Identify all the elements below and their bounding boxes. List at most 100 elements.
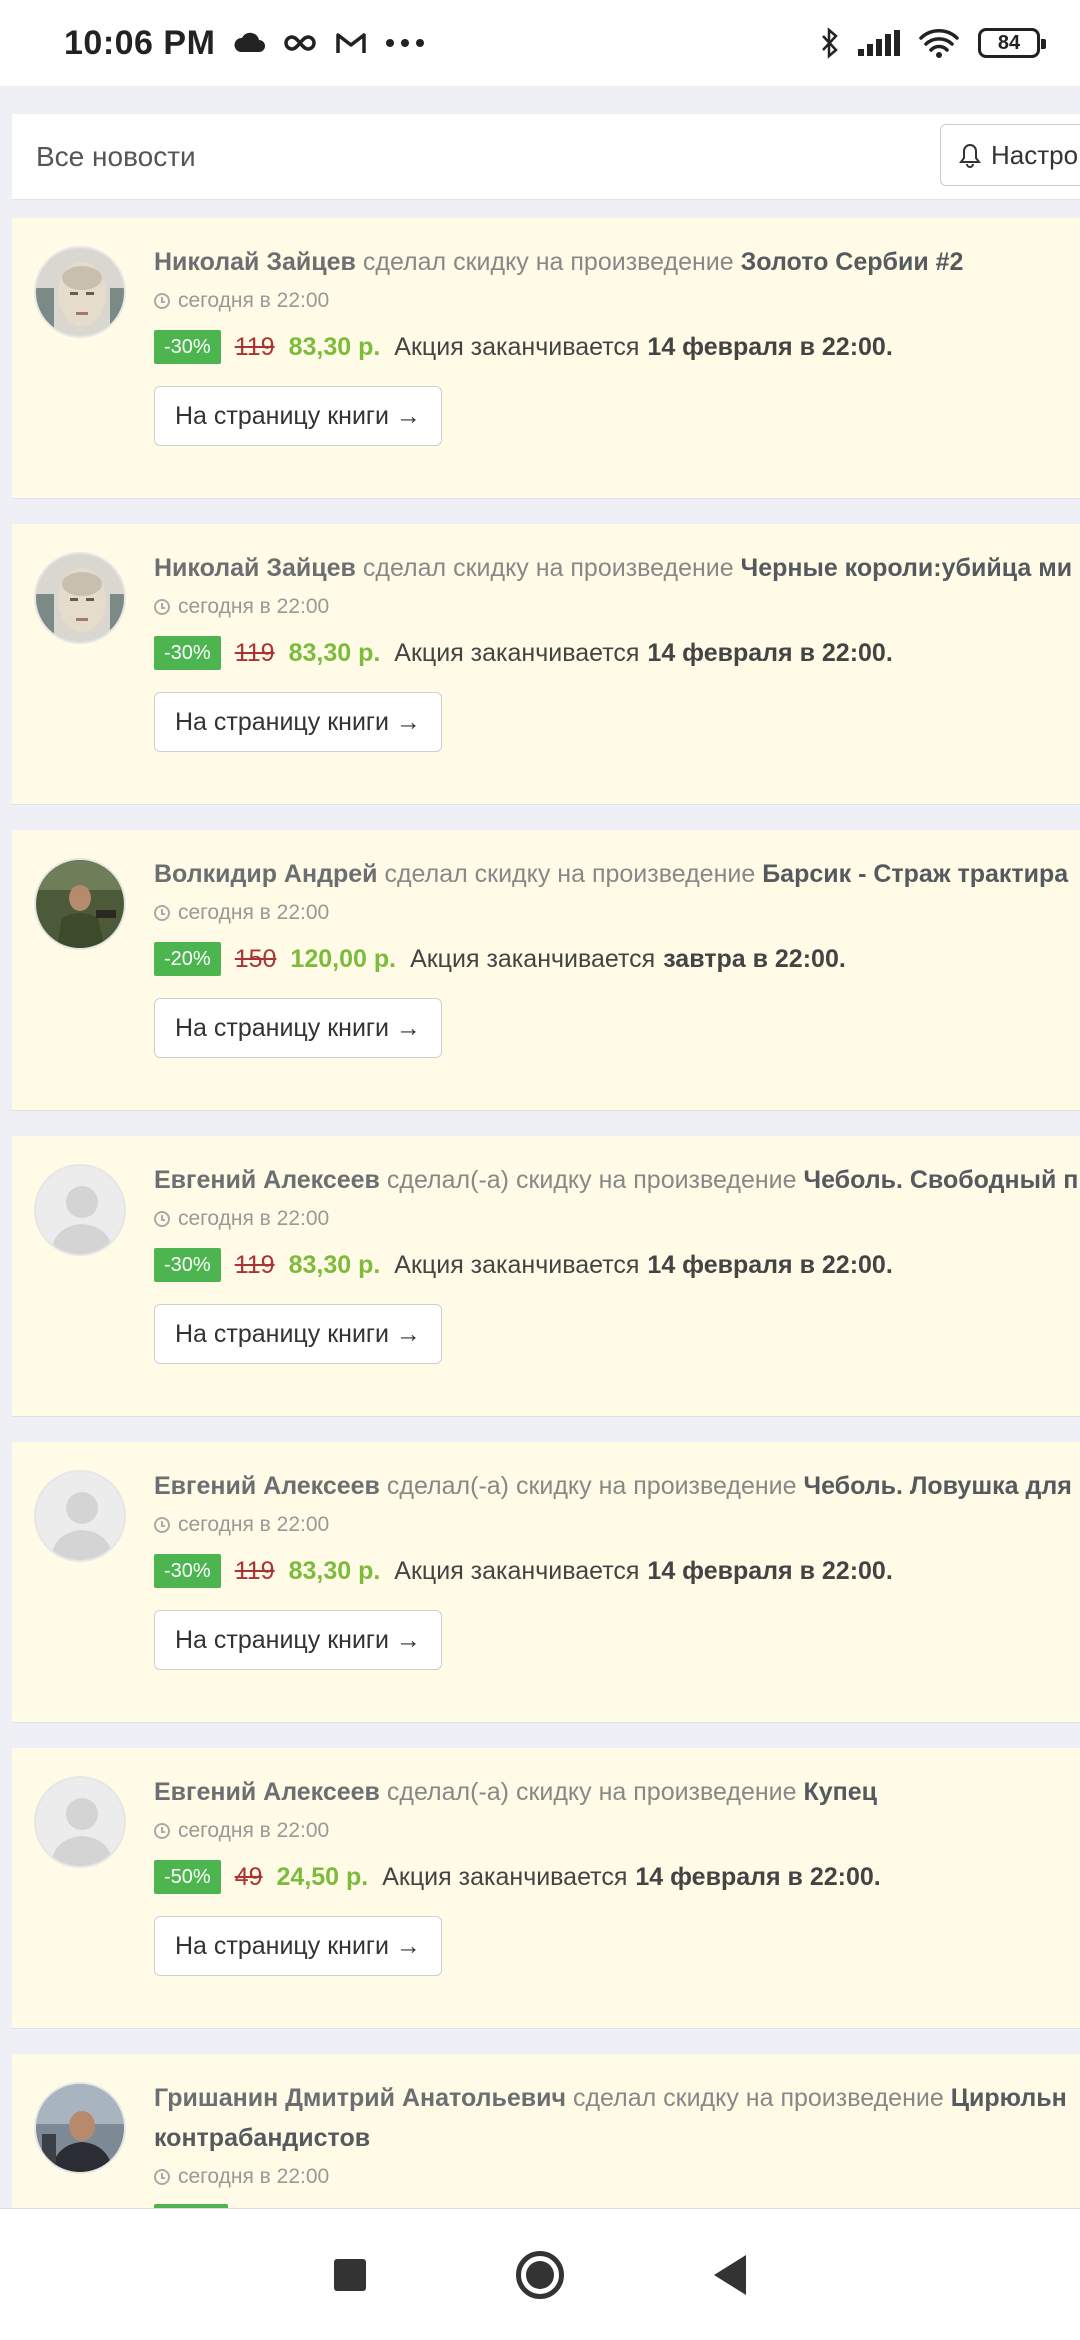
book-page-button[interactable]: На страницу книги →	[154, 1304, 442, 1364]
discount-badge: -30%	[154, 1248, 221, 1282]
cloud-icon	[234, 32, 266, 52]
discount-badge: -30%	[154, 330, 221, 364]
action-text: сделал скидку на произведение	[572, 2084, 944, 2112]
settings-button-label: Настро	[991, 139, 1079, 170]
work-link-continued[interactable]: контрабандистов	[154, 2124, 370, 2152]
bell-icon	[959, 143, 981, 168]
home-icon[interactable]	[516, 2250, 564, 2299]
old-price: 49	[234, 1863, 263, 1891]
book-page-button[interactable]: На страницу книги →	[154, 998, 442, 1058]
news-card: Волкидир Андрей сделал скидку на произве…	[12, 830, 1080, 1110]
settings-button[interactable]: Настро	[940, 124, 1080, 186]
discount-badge: -50%	[154, 1860, 221, 1894]
clock-icon	[154, 1211, 170, 1227]
book-page-button[interactable]: На страницу книги →	[154, 1610, 442, 1670]
new-price: 120,00 р.	[290, 945, 397, 973]
old-price: 119	[234, 1557, 275, 1585]
promo-ends-date: завтра в 22:00.	[663, 945, 846, 973]
news-card: Гришанин Дмитрий Анатольевич сделал скид…	[12, 2054, 1080, 2208]
avatar[interactable]	[34, 1470, 126, 1562]
avatar[interactable]	[34, 2082, 126, 2174]
new-price: 83,30 р.	[288, 639, 381, 667]
news-card: Николай Зайцев сделал скидку на произвед…	[12, 524, 1080, 804]
promo-ends-label: Акция заканчивается	[394, 1557, 640, 1585]
action-text: сделал(-а) скидку на произведение	[386, 1166, 797, 1194]
timestamp: сегодня в 22:00	[178, 1819, 330, 1842]
news-card: Николай Зайцев сделал скидку на произвед…	[12, 218, 1080, 498]
timestamp: сегодня в 22:00	[178, 901, 330, 924]
new-price: 83,30 р.	[288, 333, 381, 361]
navigation-bar	[0, 2208, 1080, 2340]
timestamp: сегодня в 22:00	[178, 595, 330, 618]
new-price: 83,30 р.	[288, 1251, 381, 1279]
author-link[interactable]: Евгений Алексеев	[154, 1472, 380, 1500]
news-card: Евгений Алексеев сделал(-а) скидку на пр…	[12, 1442, 1080, 1722]
clock-icon	[154, 2169, 170, 2185]
promo-ends-date: 14 февраля в 22:00.	[647, 639, 893, 667]
recents-icon[interactable]	[334, 2258, 366, 2291]
timestamp: сегодня в 22:00	[178, 1513, 330, 1536]
status-bar: 10:06 PM 84	[0, 0, 1080, 86]
promo-ends-label: Акция заканчивается	[382, 1863, 628, 1891]
page-title: Все новости	[36, 140, 196, 172]
action-text: сделал скидку на произведение	[384, 860, 756, 888]
back-icon[interactable]	[714, 2254, 746, 2295]
work-link[interactable]: Купец	[804, 1778, 878, 1806]
news-card: Евгений Алексеев сделал(-а) скидку на пр…	[12, 1136, 1080, 1416]
battery-icon: 84	[978, 28, 1046, 58]
avatar[interactable]	[34, 858, 126, 950]
signal-icon	[858, 30, 900, 56]
promo-ends-date: 14 февраля в 22:00.	[635, 1863, 881, 1891]
author-link[interactable]: Гришанин Дмитрий Анатольевич	[154, 2084, 566, 2112]
work-link[interactable]: Чеболь. Ловушка для	[804, 1472, 1072, 1500]
action-text: сделал скидку на произведение	[362, 554, 734, 582]
news-card: Евгений Алексеев сделал(-а) скидку на пр…	[12, 1748, 1080, 2028]
clock-icon	[154, 1517, 170, 1533]
news-header: Все новости Настро	[12, 114, 1080, 200]
author-link[interactable]: Николай Зайцев	[154, 554, 356, 582]
discount-badge: -30%	[154, 636, 221, 670]
work-link[interactable]: Золото Сербии #2	[741, 248, 964, 276]
book-page-button[interactable]: На страницу книги →	[154, 386, 442, 446]
news-feed[interactable]: Все новости Настро Николай Зайцев сделал…	[0, 86, 1080, 2208]
author-link[interactable]: Николай Зайцев	[154, 248, 356, 276]
new-price: 24,50 р.	[276, 1863, 369, 1891]
author-link[interactable]: Волкидир Андрей	[154, 860, 378, 888]
work-link[interactable]: Цирюльн	[951, 2084, 1067, 2112]
avatar[interactable]	[34, 1164, 126, 1256]
more-icon	[386, 39, 425, 47]
wifi-icon	[919, 29, 959, 58]
action-text: сделал скидку на произведение	[362, 248, 734, 276]
infinity-icon	[284, 35, 317, 51]
author-link[interactable]: Евгений Алексеев	[154, 1778, 380, 1806]
work-link[interactable]: Барсик - Страж трактира	[762, 860, 1068, 888]
promo-ends-label: Акция заканчивается	[394, 639, 640, 667]
work-link[interactable]: Черные короли:убийца ми	[741, 554, 1072, 582]
new-price: 83,30 р.	[288, 1557, 381, 1585]
book-page-button[interactable]: На страницу книги →	[154, 1916, 442, 1976]
timestamp: сегодня в 22:00	[178, 289, 330, 312]
action-text: сделал(-а) скидку на произведение	[386, 1472, 797, 1500]
timestamp: сегодня в 22:00	[178, 1207, 330, 1230]
gmail-icon	[336, 33, 367, 53]
avatar[interactable]	[34, 246, 126, 338]
author-link[interactable]: Евгений Алексеев	[154, 1166, 380, 1194]
clock-icon	[154, 293, 170, 309]
timestamp: сегодня в 22:00	[178, 2165, 330, 2188]
promo-ends-label: Акция заканчивается	[394, 1251, 640, 1279]
promo-ends-date: 14 февраля в 22:00.	[647, 1557, 893, 1585]
promo-ends-label: Акция заканчивается	[394, 333, 640, 361]
work-link[interactable]: Чеболь. Свободный п	[804, 1166, 1079, 1194]
action-text: сделал(-а) скидку на произведение	[386, 1778, 797, 1806]
avatar[interactable]	[34, 552, 126, 644]
clock-icon	[154, 905, 170, 921]
old-price: 119	[234, 333, 275, 361]
avatar[interactable]	[34, 1776, 126, 1868]
promo-ends-date: 14 февраля в 22:00.	[647, 1251, 893, 1279]
battery-level: 84	[997, 31, 1021, 54]
discount-badge: -30%	[154, 1554, 221, 1588]
status-time: 10:06 PM	[64, 23, 216, 62]
clock-icon	[154, 599, 170, 615]
book-page-button[interactable]: На страницу книги →	[154, 692, 442, 752]
promo-ends-date: 14 февраля в 22:00.	[647, 333, 893, 361]
